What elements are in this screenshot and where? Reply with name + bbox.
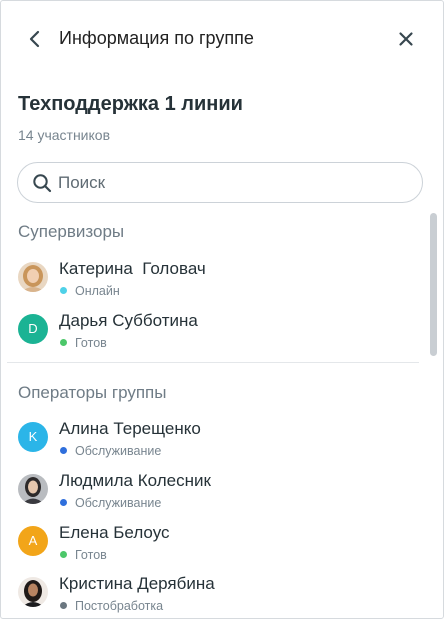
- member-status-label: Готов: [75, 548, 107, 562]
- member-item[interactable]: A Елена Белоус Готов: [1, 523, 421, 571]
- avatar-letter: K: [28, 429, 38, 444]
- member-name: Кристина Дерябина: [59, 574, 215, 593]
- avatar: [18, 577, 48, 607]
- avatar: [18, 262, 48, 292]
- woman-photo-avatar-icon: [18, 262, 48, 292]
- member-name: Алина Терещенко: [59, 419, 201, 438]
- status-dot: [60, 447, 67, 454]
- section-divider: [7, 362, 419, 363]
- member-name: Дарья Субботина: [59, 311, 198, 330]
- status-dot: [60, 602, 67, 609]
- member-status: Обслуживание: [59, 496, 161, 510]
- member-status: Готов: [59, 336, 107, 350]
- search-icon: [33, 174, 52, 193]
- member-status-label: Обслуживание: [75, 496, 162, 510]
- avatar: K: [18, 422, 48, 452]
- back-button[interactable]: [23, 27, 47, 51]
- member-item[interactable]: Людмила Колесник Обслуживание: [1, 471, 421, 519]
- avatar: [18, 474, 48, 504]
- woman-photo-avatar-icon: [18, 577, 48, 607]
- status-dot: [60, 287, 67, 294]
- scrollbar-thumb[interactable]: [430, 213, 437, 356]
- member-item[interactable]: Кристина Дерябина Постобработка: [1, 574, 421, 618]
- member-item[interactable]: D Дарья Субботина Готов: [1, 311, 421, 359]
- avatar-letter: D: [28, 321, 38, 336]
- status-dot: [60, 339, 67, 346]
- section-title-supervisors: Супервизоры: [18, 222, 125, 241]
- member-status: Готов: [59, 548, 107, 562]
- panel-title: Информация по группе: [59, 28, 254, 48]
- member-status-label: Онлайн: [75, 284, 120, 298]
- status-dot: [60, 499, 67, 506]
- member-item[interactable]: Катерина Головач Онлайн: [1, 259, 421, 307]
- member-name: Елена Белоус: [59, 523, 170, 542]
- avatar: D: [18, 314, 48, 344]
- search-box[interactable]: [17, 162, 423, 203]
- member-item[interactable]: K Алина Терещенко Обслуживание: [1, 419, 421, 467]
- section-title-operators: Операторы группы: [18, 383, 167, 402]
- close-button[interactable]: [394, 27, 418, 51]
- member-status-label: Обслуживание: [75, 444, 162, 458]
- member-name: Катерина Головач: [59, 259, 206, 278]
- panel-header: Информация по группе: [1, 1, 443, 77]
- member-status-label: Постобработка: [75, 599, 164, 613]
- group-info-panel: Информация по группе Техподдержка 1 лини…: [0, 0, 444, 619]
- close-icon: [399, 32, 413, 46]
- group-name: Техподдержка 1 линии: [18, 93, 243, 115]
- avatar: A: [18, 526, 48, 556]
- search-input[interactable]: [58, 164, 408, 201]
- member-status: Постобработка: [59, 599, 163, 613]
- member-status-label: Готов: [75, 336, 107, 350]
- member-name: Людмила Колесник: [59, 471, 211, 490]
- woman-photo-avatar-icon: [18, 474, 48, 504]
- members-count: 14 участников: [18, 127, 111, 143]
- chevron-left-icon: [29, 30, 40, 48]
- avatar-letter: A: [28, 533, 38, 548]
- status-dot: [60, 551, 67, 558]
- member-status: Обслуживание: [59, 444, 161, 458]
- member-status: Онлайн: [59, 284, 120, 298]
